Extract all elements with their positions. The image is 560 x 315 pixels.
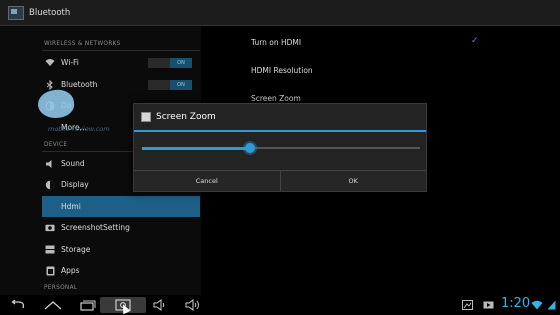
storage-icon bbox=[45, 245, 55, 255]
home-icon bbox=[44, 301, 62, 310]
sidebar-item-label: Sound bbox=[61, 159, 85, 168]
bluetooth-icon bbox=[45, 79, 55, 90]
speaker-icon bbox=[45, 159, 55, 169]
brightness-icon bbox=[45, 180, 55, 190]
sidebar-item-storage[interactable]: Storage bbox=[42, 239, 200, 260]
system-navigation-bar: 1:20 bbox=[0, 295, 560, 315]
sidebar-item-apps[interactable]: Apps bbox=[42, 260, 200, 281]
sidebar-item-label: ScreenshotSetting bbox=[61, 223, 130, 232]
checkmark-icon[interactable]: ✓ bbox=[471, 36, 479, 46]
wifi-toggle[interactable]: ON bbox=[148, 58, 192, 68]
wifi-icon bbox=[45, 58, 55, 68]
status-clock: 1:20 bbox=[501, 296, 531, 311]
sidebar-item-label: Display bbox=[61, 180, 89, 189]
camera-icon bbox=[45, 223, 55, 233]
sidebar-item-label: Apps bbox=[61, 266, 80, 275]
back-icon bbox=[11, 300, 25, 309]
watermark-text: mobile-review.com bbox=[48, 125, 110, 133]
home-button[interactable] bbox=[42, 297, 64, 313]
back-button[interactable] bbox=[8, 297, 28, 313]
sidebar-item-hdmi[interactable]: Hdmi bbox=[42, 196, 200, 217]
media-icon bbox=[481, 297, 495, 313]
screen-zoom-dialog: Screen Zoom Cancel OK bbox=[133, 103, 427, 192]
blank-icon bbox=[45, 202, 55, 212]
dialog-header: Screen Zoom bbox=[134, 104, 426, 130]
volume-up-icon bbox=[185, 299, 199, 311]
cancel-button[interactable]: Cancel bbox=[134, 171, 280, 191]
sidebar-item-label: Storage bbox=[61, 245, 91, 254]
sidebar-item-label: Hdmi bbox=[61, 202, 81, 211]
zoom-slider[interactable] bbox=[142, 141, 420, 155]
screen-zoom-item[interactable]: Screen Zoom bbox=[251, 94, 301, 103]
recent-apps-button[interactable] bbox=[78, 297, 98, 313]
hdmi-resolution-item[interactable]: HDMI Resolution bbox=[251, 66, 313, 75]
dialog-icon bbox=[141, 112, 151, 122]
dialog-title-divider bbox=[134, 130, 426, 132]
signal-icon bbox=[545, 297, 557, 313]
toggle-knob: ON bbox=[170, 58, 192, 68]
apps-icon bbox=[45, 266, 55, 276]
sidebar-item-label: Wi-Fi bbox=[61, 58, 79, 67]
sidebar-item-wifi[interactable]: Wi-Fi ON bbox=[42, 52, 200, 73]
section-divider bbox=[42, 50, 200, 51]
ok-button[interactable]: OK bbox=[279, 171, 426, 191]
dialog-title: Screen Zoom bbox=[156, 112, 216, 122]
recent-apps-icon bbox=[80, 300, 96, 311]
slider-fill bbox=[142, 146, 251, 150]
volume-up-button[interactable] bbox=[182, 297, 204, 313]
action-bar: Bluetooth bbox=[0, 0, 560, 26]
section-personal: PERSONAL bbox=[44, 285, 78, 291]
wifi-signal-icon bbox=[530, 297, 544, 313]
section-device: DEVICE bbox=[44, 142, 68, 148]
bluetooth-toggle[interactable]: ON bbox=[148, 80, 192, 90]
gallery-icon bbox=[460, 297, 474, 313]
dialog-button-bar: Cancel OK bbox=[134, 170, 426, 191]
sidebar-item-label: Bluetooth bbox=[61, 80, 98, 89]
toggle-knob: ON bbox=[170, 80, 192, 90]
action-bar-title: Bluetooth bbox=[29, 7, 71, 18]
slider-thumb[interactable] bbox=[245, 143, 256, 153]
volume-down-icon bbox=[153, 299, 165, 311]
turn-on-hdmi-item[interactable]: Turn on HDMI bbox=[251, 38, 301, 47]
settings-app-icon[interactable] bbox=[8, 5, 24, 20]
sidebar-item-screenshotsetting[interactable]: ScreenshotSetting bbox=[42, 217, 200, 238]
volume-down-button[interactable] bbox=[150, 297, 170, 313]
section-wireless-networks: WIRELESS & NETWORKS bbox=[44, 41, 121, 47]
